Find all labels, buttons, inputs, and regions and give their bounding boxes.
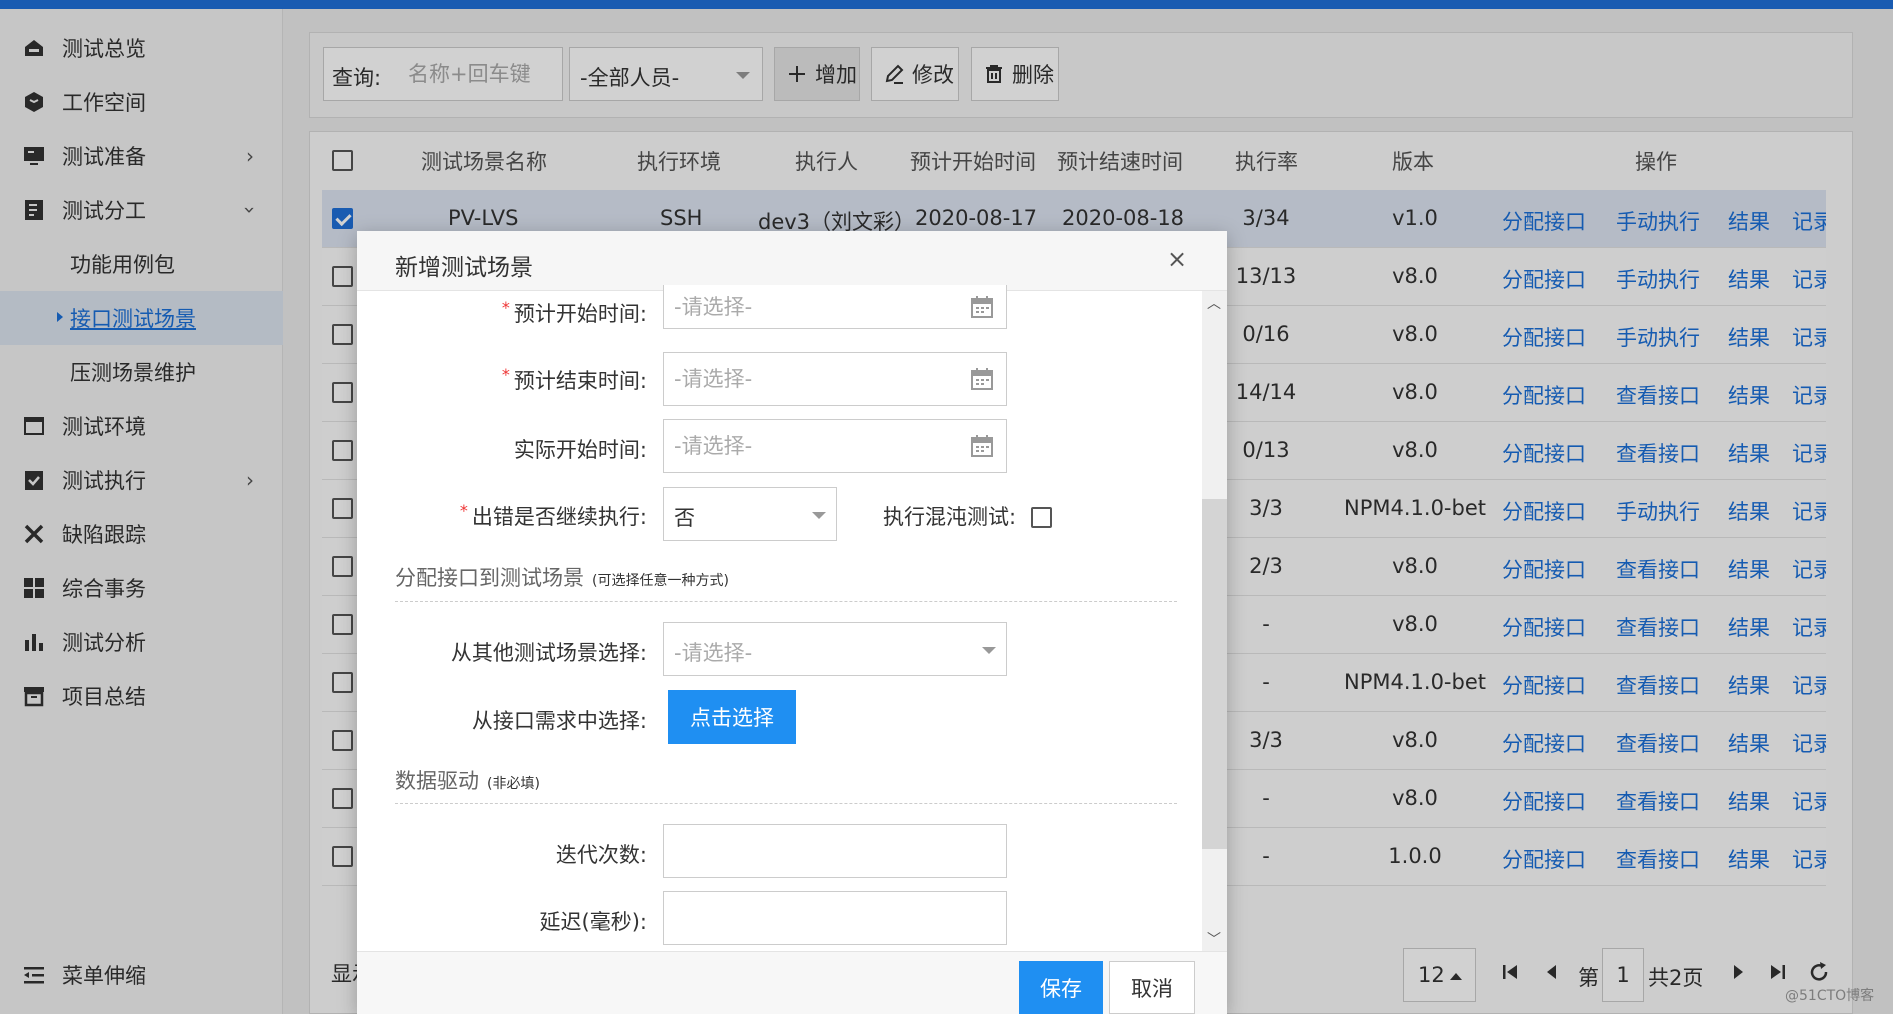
chaos-test-checkbox[interactable] <box>1031 507 1052 528</box>
dialog-scroll-thumb[interactable] <box>1202 499 1227 849</box>
section-divider <box>395 803 1177 804</box>
iterations-label: 迭代次数: <box>555 843 647 867</box>
scroll-down-icon[interactable]: ﹀ <box>1207 929 1221 949</box>
from-scene-placeholder: -请选择- <box>674 641 753 665</box>
chevron-down-icon <box>982 647 996 654</box>
delay-label: 延迟(毫秒): <box>539 910 647 934</box>
continue-on-error-value: 否 <box>674 506 695 530</box>
chevron-down-icon <box>812 512 826 519</box>
plan-end-date-field[interactable] <box>663 352 1007 406</box>
close-icon[interactable]: × <box>1167 245 1187 273</box>
dialog-header: 新增测试场景 × <box>357 231 1227 291</box>
save-button[interactable]: 保存 <box>1019 961 1103 1014</box>
from-scene-label: 从其他测试场景选择: <box>450 641 647 665</box>
delay-input[interactable] <box>663 891 1007 945</box>
chaos-test-label: 执行混沌测试: <box>883 505 1017 529</box>
section-divider <box>395 601 1177 602</box>
dialog-title: 新增测试场景 <box>395 255 533 281</box>
plan-end-date-input[interactable] <box>674 365 944 393</box>
assign-section-title: 分配接口到测试场景 (可选择任意一种方式) <box>395 566 729 590</box>
calendar-icon[interactable] <box>970 367 994 391</box>
scroll-up-icon[interactable]: ︿ <box>1207 293 1221 313</box>
continue-on-error-label: * 出错是否继续执行: <box>459 501 647 529</box>
from-scene-select[interactable]: -请选择- <box>663 622 1007 676</box>
plan-start-date-input[interactable] <box>674 293 944 321</box>
actual-start-label: 实际开始时间: <box>513 438 647 462</box>
continue-on-error-select[interactable]: 否 <box>663 487 837 541</box>
actual-start-date-field[interactable] <box>663 419 1007 473</box>
data-driven-section-title: 数据驱动 (非必填) <box>395 769 540 793</box>
pick-interfaces-button[interactable]: 点击选择 <box>668 690 796 744</box>
from-requirement-label: 从接口需求中选择: <box>471 709 647 733</box>
calendar-icon[interactable] <box>970 434 994 458</box>
plan-start-label: * 预计开始时间: <box>501 298 647 326</box>
calendar-icon[interactable] <box>970 295 994 319</box>
actual-start-date-input[interactable] <box>674 432 944 460</box>
iterations-input[interactable] <box>663 824 1007 878</box>
cancel-button[interactable]: 取消 <box>1109 961 1195 1014</box>
plan-start-date-field[interactable] <box>663 285 1007 329</box>
add-scene-dialog: 新增测试场景 × ︿ ﹀ *预计开始时间: *预计结束时间: 实际开始时间: *… <box>357 231 1227 1014</box>
plan-end-label: * 预计结束时间: <box>501 365 647 393</box>
